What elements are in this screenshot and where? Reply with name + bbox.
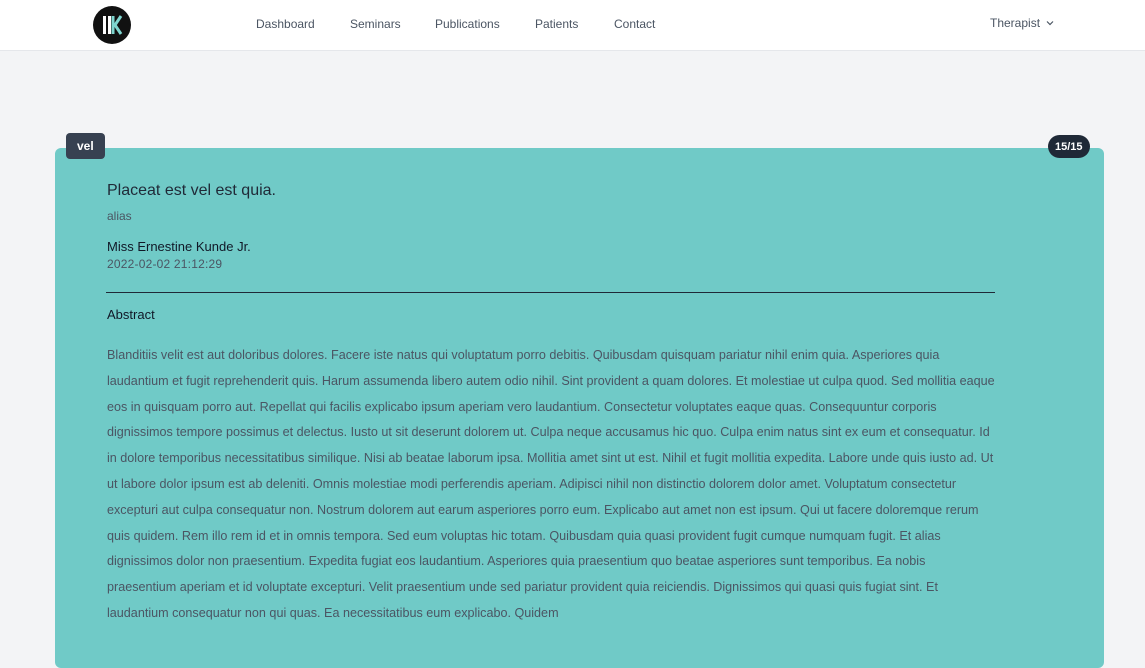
user-menu-dropdown[interactable]: Therapist [990, 16, 1054, 30]
brand-logo[interactable] [93, 6, 131, 44]
abstract-heading: Abstract [107, 307, 155, 322]
publication-author: Miss Ernestine Kunde Jr. [107, 239, 251, 254]
section-divider [106, 292, 995, 293]
nav-link-dashboard[interactable]: Dashboard [256, 17, 315, 31]
publication-subtitle: alias [107, 209, 132, 223]
abstract-text: Blanditiis velit est aut doloribus dolor… [107, 348, 995, 620]
nav-link-seminars[interactable]: Seminars [350, 17, 401, 31]
nav-link-contact[interactable]: Contact [614, 17, 655, 31]
publication-date: 2022-02-02 21:12:29 [107, 257, 223, 271]
publication-counter-badge: 15/15 [1048, 135, 1090, 158]
category-tag-badge: vel [66, 133, 105, 159]
user-menu-label: Therapist [990, 16, 1041, 30]
nav-link-patients[interactable]: Patients [535, 17, 578, 31]
publication-title: Placeat est vel est quia. [107, 182, 276, 199]
top-navigation-bar: Dashboard Seminars Publications Patients… [0, 0, 1145, 51]
nav-link-publications[interactable]: Publications [435, 17, 500, 31]
logo-icon [103, 15, 123, 35]
chevron-down-icon [1046, 21, 1054, 26]
